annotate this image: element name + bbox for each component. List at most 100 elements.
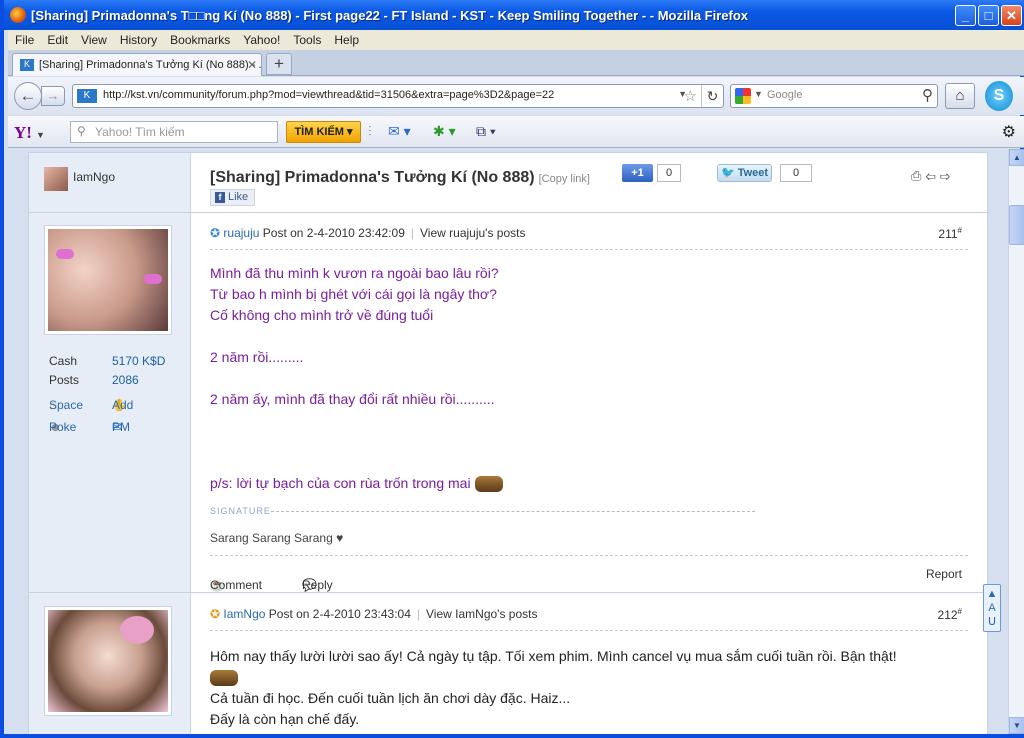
gear-icon[interactable]: ⚙	[1002, 122, 1016, 142]
tab-active[interactable]: K [Sharing] Primadonna's Tưởng Kí (No 88…	[12, 53, 262, 76]
toolbar-divider-icon: ⫶	[368, 123, 372, 139]
facebook-like-button[interactable]: f Like	[210, 189, 255, 206]
bookmark-star-icon[interactable]: ☆	[684, 87, 697, 105]
new-tab-button[interactable]: +	[266, 53, 292, 75]
posts-label: Posts	[49, 373, 80, 387]
yahoo-search-placeholder: Yahoo! Tìm kiếm	[95, 125, 185, 139]
yahoo-search-input[interactable]: ⚲ Yahoo! Tìm kiếm	[70, 121, 278, 143]
signature-text: Sarang Sarang Sarang ♥	[210, 531, 344, 545]
menu-edit[interactable]: Edit	[40, 30, 74, 47]
post-author[interactable]: ruajuju	[223, 226, 259, 240]
forward-button[interactable]: →	[41, 86, 65, 106]
yahoo-search-button-label: TÌM KIẾM	[294, 126, 344, 138]
maximize-button[interactable]: □	[978, 5, 999, 26]
url-bar[interactable]: K http://kst.vn/community/forum.php?mod=…	[72, 84, 724, 108]
scroll-thumb[interactable]	[1009, 205, 1024, 245]
post-line	[210, 431, 503, 452]
separator: |	[410, 226, 415, 240]
google-plus-button[interactable]: +1	[622, 164, 653, 182]
post-number[interactable]: 212#	[938, 607, 962, 622]
page-title: [Sharing] Primadonna's Tưởng Kí (No 888)…	[210, 169, 590, 187]
menu-file[interactable]: File	[8, 30, 40, 47]
post-211: Cash 5170 K$D Posts 2086 ⌂ Space ✋ Add ☻ P…	[29, 213, 989, 593]
menu-bookmarks[interactable]: Bookmarks	[163, 30, 236, 47]
page-content: IamNgo [Sharing] Primadonna's Tưởng Kí (…	[8, 149, 1004, 734]
back-to-top-button[interactable]: ▲ A ᑌ	[983, 584, 1001, 632]
firefox-icon	[10, 7, 26, 23]
search-icon[interactable]: ⚲	[922, 86, 933, 104]
google-icon[interactable]	[735, 88, 751, 104]
post-author[interactable]: IamNgo	[223, 607, 265, 621]
posts-value[interactable]: 2086	[112, 373, 139, 387]
post-line: Mình đã thu mình k vươn ra ngoài bao lâu…	[210, 265, 499, 281]
menu-yahoo[interactable]: Yahoo!	[236, 30, 286, 47]
cash-stat: Cash 5170 K$D	[49, 354, 165, 368]
tab-close-icon[interactable]: ✕	[247, 58, 257, 72]
pm-label: PM	[112, 420, 130, 434]
report-button[interactable]: Report	[926, 567, 962, 581]
next-thread-icon[interactable]: ⇨	[940, 168, 954, 183]
yahoo-dropdown-icon[interactable]: ▼	[36, 130, 45, 140]
add-label: Add	[112, 398, 134, 412]
search-engine-dropdown-icon[interactable]: ▼	[754, 89, 763, 99]
skype-icon[interactable]: S	[985, 81, 1013, 111]
prev-thread-icon[interactable]: ⇦	[925, 168, 939, 183]
post-line-ps: p/s: lời tự bạch của con rùa trốn trong …	[210, 473, 503, 494]
menu-tools[interactable]: Tools	[286, 30, 327, 47]
tweet-button[interactable]: 🐦 Tweet	[717, 164, 772, 182]
navigation-toolbar: ← → K http://kst.vn/community/forum.php?…	[8, 77, 1024, 115]
close-button[interactable]: ✕	[1001, 5, 1022, 26]
mail-icon[interactable]: ✉ ▾	[388, 123, 411, 140]
emoticon-icon	[474, 476, 503, 493]
url-text: http://kst.vn/community/forum.php?mod=vi…	[103, 89, 555, 101]
post-line: 2 năm rồi.........	[210, 349, 304, 365]
post-header: ✪ ruajuju Post on 2-4-2010 23:42:09 | View…	[210, 226, 968, 250]
post-line: p/s: lời tự bạch của con rùa trốn trong …	[210, 475, 471, 491]
tweet-count: 0	[780, 164, 812, 182]
cash-label: Cash	[49, 354, 78, 368]
pages-icon[interactable]: ⧉ ▾	[476, 123, 496, 140]
view-user-posts-link[interactable]: View ruajuju's posts	[420, 226, 525, 240]
vertical-scrollbar[interactable]: ▲ ▼	[1008, 149, 1024, 734]
site-identity-icon[interactable]: K	[77, 89, 97, 103]
avatar[interactable]	[44, 167, 68, 191]
signature-divider	[271, 511, 755, 512]
scroll-down-button[interactable]: ▼	[1009, 717, 1024, 734]
yahoo-logo[interactable]: Y! ▼	[14, 123, 45, 143]
widget-icon[interactable]: ✱ ▾	[433, 123, 456, 140]
post-line	[210, 368, 503, 389]
post-header: ✪ IamNgo Post on 2-4-2010 23:43:04 | View …	[210, 607, 968, 631]
post-line	[210, 452, 503, 473]
back-button[interactable]: ←	[14, 82, 42, 110]
search-input[interactable]: ▼ Google ⚲	[730, 84, 938, 108]
copy-link[interactable]: [Copy link]	[539, 173, 590, 185]
thread-header: IamNgo [Sharing] Primadonna's Tưởng Kí (…	[29, 153, 989, 213]
thread-title-text: [Sharing] Primadonna's Tưởng Kí (No 888)	[210, 169, 535, 186]
reload-button[interactable]: ↻	[701, 85, 723, 107]
facebook-icon: f	[215, 192, 225, 203]
tweet-label: Tweet	[737, 167, 769, 179]
header-username[interactable]: IamNgo	[73, 170, 115, 184]
yahoo-search-button[interactable]: TÌM KIẾM ▾	[286, 121, 361, 143]
home-button[interactable]: ⌂	[945, 83, 975, 109]
post-212: ✪ IamNgo Post on 2-4-2010 23:43:04 | View …	[29, 594, 989, 734]
site-favicon-icon: K	[20, 59, 34, 71]
scroll-up-button[interactable]: ▲	[1009, 149, 1024, 166]
browser-window: [Sharing] Primadonna's T□□ng Kí (No 888)…	[0, 0, 1024, 738]
poke-label: Poke	[49, 420, 77, 434]
post-body: Mình đã thu mình k vươn ra ngoài bao lâu…	[210, 263, 503, 494]
view-user-posts-link[interactable]: View IamNgo's posts	[426, 607, 537, 621]
reply-label: Reply	[302, 578, 333, 592]
post-number[interactable]: 211#	[938, 226, 962, 241]
post-body: Hôm nay thấy lười lười sao ấy! Cả ngày t…	[210, 646, 897, 730]
menu-help[interactable]: Help	[327, 30, 365, 47]
avatar[interactable]	[44, 225, 172, 335]
minimize-button[interactable]: _	[955, 5, 976, 26]
print-icon[interactable]: ⎙	[911, 168, 925, 183]
post-date: Post on 2-4-2010 23:42:09	[262, 226, 405, 240]
post-footer: ☕ Comment 💬 Reply Report	[210, 555, 968, 593]
avatar[interactable]	[44, 606, 172, 716]
menu-history[interactable]: History	[113, 30, 163, 47]
menu-view[interactable]: View	[74, 30, 113, 47]
signature-label: SIGNATURE	[210, 506, 271, 516]
